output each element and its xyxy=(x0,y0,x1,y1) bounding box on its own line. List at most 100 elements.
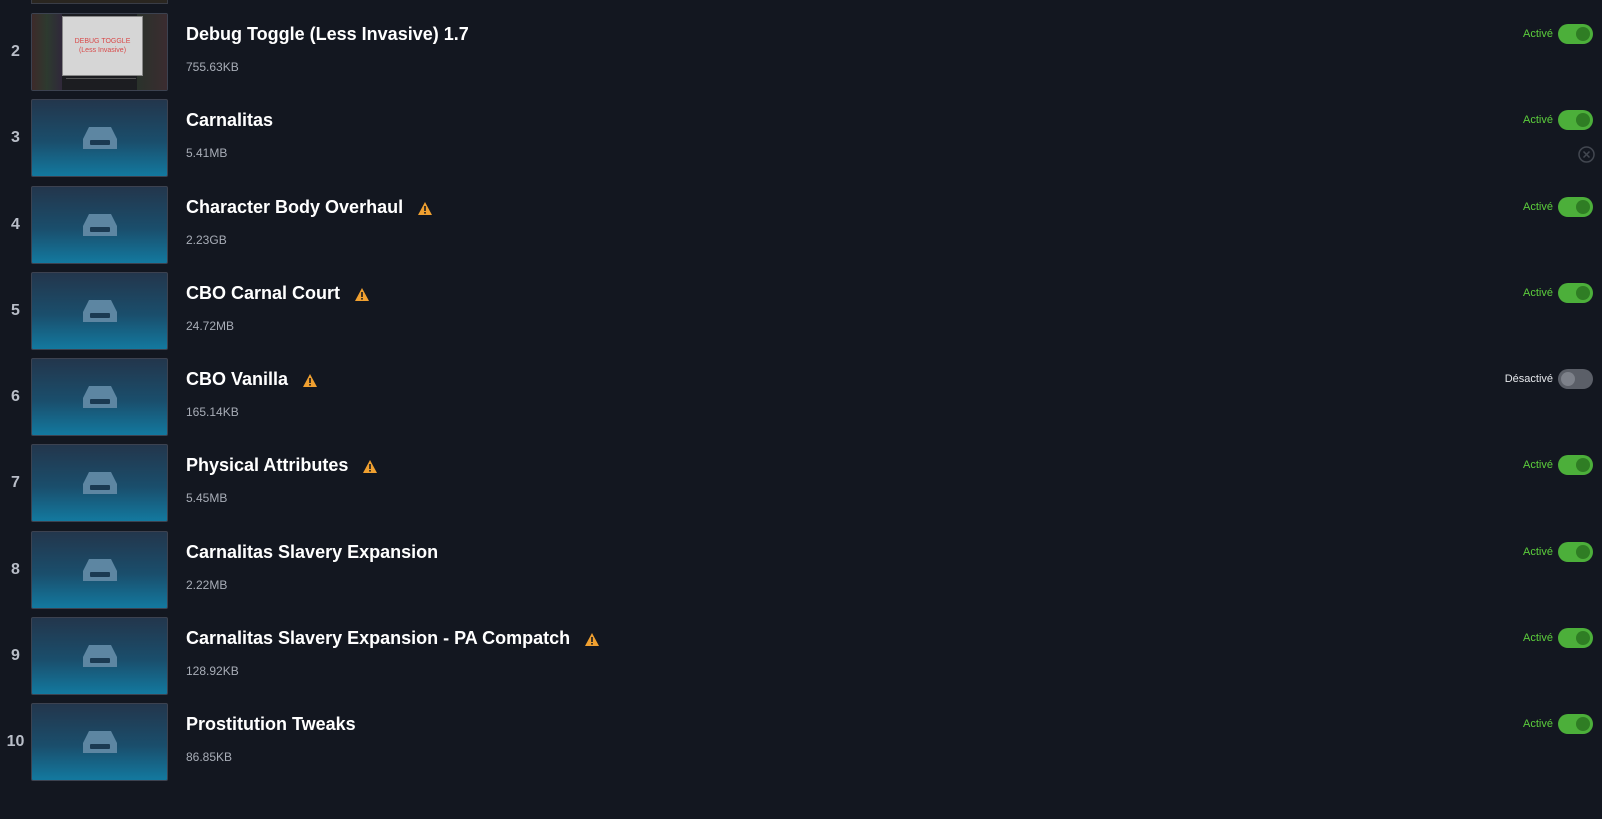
enable-toggle-group[interactable]: Activé xyxy=(1523,455,1593,475)
toggle-knob xyxy=(1576,545,1590,559)
load-order-number: 3 xyxy=(11,129,20,146)
mod-size: 165.14KB xyxy=(186,405,239,419)
mod-thumbnail xyxy=(31,186,168,264)
enable-toggle[interactable] xyxy=(1558,714,1593,734)
enable-toggle[interactable] xyxy=(1558,24,1593,44)
mod-thumbnail xyxy=(31,444,168,522)
mod-thumbnail xyxy=(31,272,168,350)
toggle-knob xyxy=(1576,200,1590,214)
enable-toggle[interactable] xyxy=(1558,369,1593,389)
mod-row[interactable]: 2 DEBUG TOGGLE (Less Invasive) Debug Toggle… xyxy=(0,13,1602,99)
warning-icon[interactable] xyxy=(362,458,378,473)
toggle-status-label: Activé xyxy=(1523,28,1553,40)
toggle-knob xyxy=(1576,458,1590,472)
warning-icon[interactable] xyxy=(354,286,370,301)
toggle-status-label: Activé xyxy=(1523,287,1553,299)
mod-title: Carnalitas xyxy=(186,110,273,131)
toggle-status-label: Activé xyxy=(1523,718,1553,730)
mod-row[interactable]: 10 Prostitution Tweaks 86.85KB Activé xyxy=(0,703,1602,789)
toggle-knob xyxy=(1576,717,1590,731)
enable-toggle[interactable] xyxy=(1558,455,1593,475)
mod-title: Carnalitas Slavery Expansion xyxy=(186,542,438,563)
mod-thumbnail xyxy=(31,617,168,695)
load-order-number: 9 xyxy=(11,647,20,664)
enable-toggle[interactable] xyxy=(1558,197,1593,217)
thumbnail-caption: DEBUG TOGGLE (Less Invasive) xyxy=(62,16,143,76)
mod-size: 86.85KB xyxy=(186,750,233,764)
mod-size: 128.92KB xyxy=(186,664,239,678)
enable-toggle-group[interactable]: Activé xyxy=(1523,628,1593,648)
load-order-number: 8 xyxy=(11,561,20,578)
toggle-status-label: Activé xyxy=(1523,201,1553,213)
mod-name: Physical Attributes xyxy=(186,455,349,475)
mod-size: 5.45MB xyxy=(186,491,228,505)
load-order-number: 10 xyxy=(6,733,25,750)
toggle-status-label: Activé xyxy=(1523,632,1553,644)
enable-toggle[interactable] xyxy=(1558,283,1593,303)
drive-icon xyxy=(80,384,120,410)
thumbnail-caption-line: DEBUG TOGGLE xyxy=(74,38,131,45)
thumbnail-caption-line: (Less Invasive) xyxy=(78,47,127,54)
enable-toggle-group[interactable]: Activé xyxy=(1523,110,1593,130)
previous-mod-thumbnail-edge xyxy=(31,0,168,4)
toggle-knob xyxy=(1576,113,1590,127)
mod-row[interactable]: 3 Carnalitas 5.41MB Activé xyxy=(0,99,1602,185)
mod-thumbnail xyxy=(31,358,168,436)
mod-row[interactable]: 4 Character Body Overhaul 2.23GB Activé xyxy=(0,186,1602,272)
mod-row[interactable]: 5 CBO Carnal Court 24.72MB Activé xyxy=(0,272,1602,358)
drive-icon xyxy=(80,643,120,669)
mod-title: CBO Carnal Court xyxy=(186,283,370,304)
mod-row[interactable]: 6 CBO Vanilla 165.14KB Désactivé xyxy=(0,358,1602,444)
enable-toggle[interactable] xyxy=(1558,628,1593,648)
mod-title: CBO Vanilla xyxy=(186,369,318,390)
mod-title: Prostitution Tweaks xyxy=(186,714,356,735)
load-order-number: 5 xyxy=(11,302,20,319)
warning-icon[interactable] xyxy=(417,200,433,215)
enable-toggle-group[interactable]: Activé xyxy=(1523,283,1593,303)
toggle-knob xyxy=(1576,286,1590,300)
mod-row[interactable]: 9 Carnalitas Slavery Expansion - PA Compa… xyxy=(0,617,1602,703)
enable-toggle[interactable] xyxy=(1558,110,1593,130)
enable-toggle[interactable] xyxy=(1558,542,1593,562)
enable-toggle-group[interactable]: Activé xyxy=(1523,197,1593,217)
toggle-status-label: Activé xyxy=(1523,114,1553,126)
warning-icon[interactable] xyxy=(584,631,600,646)
load-order-number: 7 xyxy=(11,474,20,491)
mod-name: Prostitution Tweaks xyxy=(186,714,356,734)
mod-size: 2.22MB xyxy=(186,578,228,592)
mod-row[interactable]: 8 Carnalitas Slavery Expansion 2.22MB Activ… xyxy=(0,531,1602,617)
mod-name: CBO Carnal Court xyxy=(186,283,341,303)
drive-icon xyxy=(80,298,120,324)
enable-toggle-group[interactable]: Activé xyxy=(1523,24,1593,44)
toggle-status-label: Activé xyxy=(1523,546,1553,558)
enable-toggle-group[interactable]: Activé xyxy=(1523,714,1593,734)
load-order-number: 4 xyxy=(11,216,20,233)
mod-row[interactable]: 7 Physical Attributes 5.45MB Activé xyxy=(0,444,1602,530)
mod-name: CBO Vanilla xyxy=(186,369,289,389)
mod-title: Physical Attributes xyxy=(186,455,378,476)
toggle-status-label: Activé xyxy=(1523,459,1553,471)
toggle-knob xyxy=(1576,631,1590,645)
mod-name: Carnalitas Slavery Expansion - PA Compat… xyxy=(186,628,571,648)
mod-thumbnail: DEBUG TOGGLE (Less Invasive) xyxy=(31,13,168,91)
drive-icon xyxy=(80,557,120,583)
toggle-knob xyxy=(1561,372,1575,386)
enable-toggle-group[interactable]: Désactivé xyxy=(1505,369,1593,389)
warning-icon[interactable] xyxy=(302,372,318,387)
mod-title: Debug Toggle (Less Invasive) 1.7 xyxy=(186,24,469,45)
toggle-knob xyxy=(1576,27,1590,41)
drive-icon xyxy=(80,212,120,238)
mod-size: 5.41MB xyxy=(186,146,228,160)
mod-thumbnail xyxy=(31,703,168,781)
mod-name: Carnalitas xyxy=(186,110,274,130)
load-order-number: 6 xyxy=(11,388,20,405)
enable-toggle-group[interactable]: Activé xyxy=(1523,542,1593,562)
mod-title: Carnalitas Slavery Expansion - PA Compat… xyxy=(186,628,600,649)
drive-icon xyxy=(80,729,120,755)
remove-icon[interactable] xyxy=(1578,146,1595,163)
mod-size: 2.23GB xyxy=(186,233,227,247)
toggle-status-label: Désactivé xyxy=(1504,373,1553,385)
mod-name: Debug Toggle (Less Invasive) 1.7 xyxy=(186,24,469,44)
load-order-number: 2 xyxy=(11,43,20,60)
mod-size: 24.72MB xyxy=(186,319,235,333)
